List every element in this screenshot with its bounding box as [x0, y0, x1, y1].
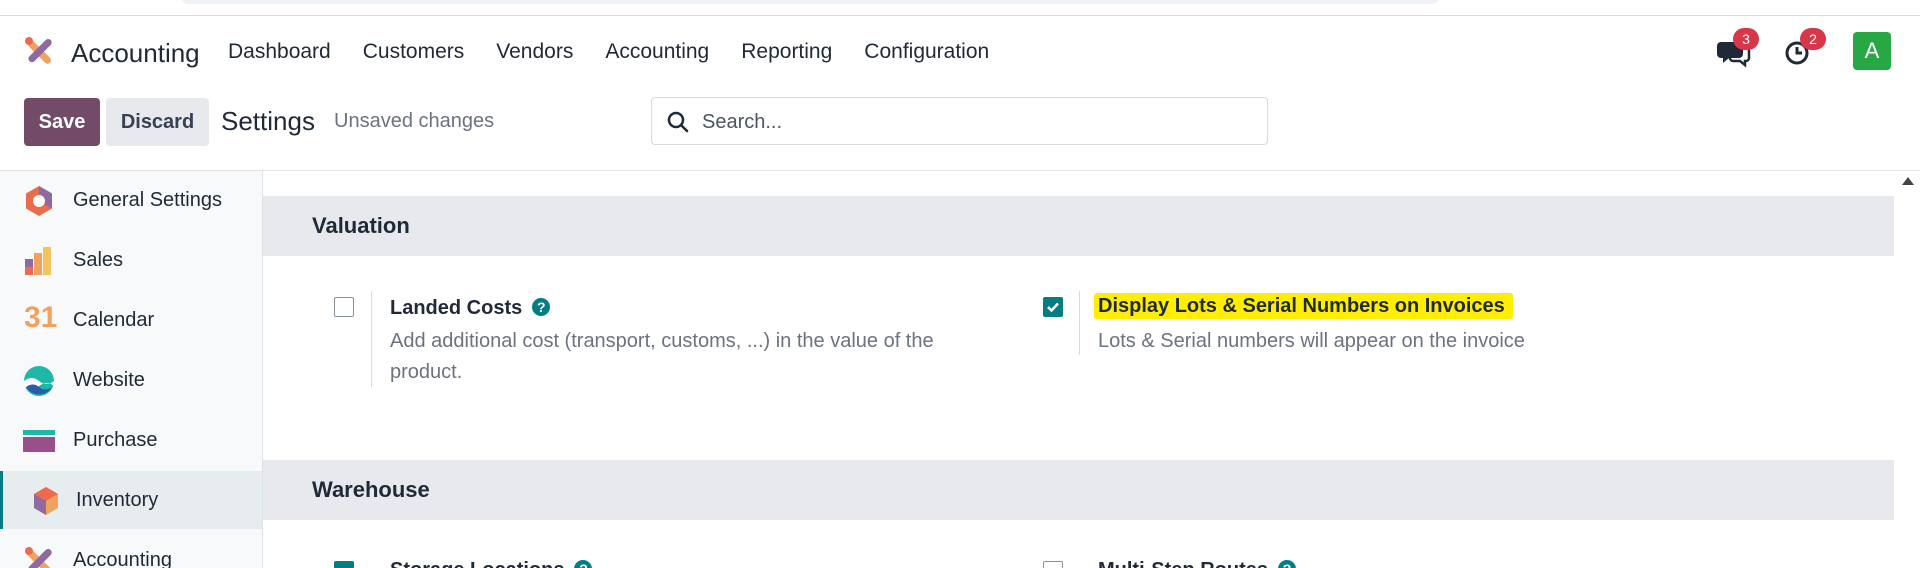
inventory-icon — [34, 487, 58, 515]
setting-title-text: Multi-Step Routes — [1098, 559, 1268, 568]
divider — [371, 291, 372, 387]
sidebar-item-calendar[interactable]: 31 Calendar — [0, 291, 262, 349]
search-box[interactable] — [651, 97, 1268, 145]
sidebar-item-website[interactable]: Website — [0, 351, 262, 409]
settings-content: Valuation Landed Costs? Add additional c… — [263, 171, 1894, 568]
scroll-up-arrow-icon[interactable] — [1902, 177, 1914, 185]
menu-configuration[interactable]: Configuration — [864, 40, 989, 64]
sidebar-item-inventory[interactable]: Inventory — [0, 471, 262, 529]
setting-title: Storage Locations? — [390, 559, 593, 568]
search-input[interactable] — [700, 106, 1254, 138]
breadcrumb: Settings — [221, 106, 315, 136]
sidebar-item-label: Website — [73, 369, 145, 391]
settings-sidebar: General Settings Sales 31 Calendar Websi… — [0, 171, 263, 568]
sidebar-item-label: Accounting — [73, 549, 172, 568]
sales-icon — [25, 247, 51, 275]
sidebar-item-accounting[interactable]: Accounting — [0, 531, 262, 568]
menu-customers[interactable]: Customers — [363, 40, 465, 64]
main-menu: Dashboard Customers Vendors Accounting R… — [228, 40, 1021, 64]
user-avatar[interactable]: A — [1853, 32, 1891, 70]
activities-badge: 2 — [1800, 28, 1826, 50]
landed-costs-checkbox[interactable] — [334, 297, 354, 317]
storage-locations-checkbox[interactable] — [334, 561, 354, 568]
unsaved-status: Unsaved changes — [334, 110, 495, 132]
divider — [1079, 291, 1080, 355]
discard-button[interactable]: Discard — [106, 98, 209, 146]
sidebar-item-label: Purchase — [73, 429, 158, 451]
accounting-icon — [25, 547, 52, 568]
menu-vendors[interactable]: Vendors — [496, 40, 573, 64]
setting-description: Lots & Serial numbers will appear on the… — [1098, 330, 1525, 352]
sidebar-item-label: Inventory — [76, 489, 159, 511]
sidebar-item-label: Calendar — [73, 309, 155, 331]
section-title: Valuation — [312, 213, 410, 238]
setting-title-text: Display Lots & Serial Numbers on Invoice… — [1094, 293, 1513, 319]
sidebar-item-label: Sales — [73, 249, 124, 271]
multi-step-routes-checkbox[interactable] — [1043, 561, 1063, 568]
setting-title: Landed Costs? — [390, 297, 551, 320]
accounting-app-icon[interactable] — [22, 34, 56, 68]
setting-title: Multi-Step Routes? — [1098, 559, 1296, 568]
sidebar-item-sales[interactable]: Sales — [0, 231, 262, 289]
help-icon[interactable]: ? — [532, 298, 551, 316]
menu-accounting[interactable]: Accounting — [605, 40, 709, 64]
messages-button[interactable]: 3 — [1713, 28, 1759, 74]
top-navbar: Accounting Dashboard Customers Vendors A… — [0, 16, 1920, 86]
save-button[interactable]: Save — [24, 98, 100, 146]
sidebar-item-purchase[interactable]: Purchase — [0, 411, 262, 469]
setting-description: Add additional cost (transport, customs,… — [390, 330, 934, 383]
section-title: Warehouse — [312, 477, 430, 502]
messages-badge: 3 — [1733, 28, 1759, 50]
menu-reporting[interactable]: Reporting — [741, 40, 832, 64]
section-header-warehouse: Warehouse — [263, 460, 1894, 520]
help-icon[interactable]: ? — [1278, 560, 1296, 568]
setting-title-text: Storage Locations — [390, 559, 564, 568]
calendar-icon: 31 — [24, 301, 58, 334]
browser-chrome — [0, 0, 1920, 16]
activities-button[interactable]: 2 — [1780, 28, 1826, 74]
section-header-valuation: Valuation — [263, 196, 1894, 256]
display-lots-checkbox[interactable] — [1043, 297, 1063, 317]
control-panel: Save Discard Settings Unsaved changes — [0, 86, 1920, 171]
sidebar-item-general-settings[interactable]: General Settings — [0, 171, 262, 229]
search-icon — [667, 111, 689, 133]
content-scrollbar[interactable] — [1895, 171, 1920, 568]
check-icon — [1047, 302, 1059, 313]
app-name[interactable]: Accounting — [71, 38, 200, 69]
sidebar-item-label: General Settings — [73, 189, 222, 211]
browser-address-bar — [180, 0, 1440, 4]
website-icon — [24, 366, 54, 396]
purchase-icon — [23, 430, 55, 452]
setting-title-text: Landed Costs — [390, 297, 523, 319]
setting-title: Display Lots & Serial Numbers on Invoice… — [1094, 293, 1513, 319]
help-icon[interactable]: ? — [574, 560, 593, 568]
menu-dashboard[interactable]: Dashboard — [228, 40, 331, 64]
general-settings-icon — [26, 186, 52, 216]
